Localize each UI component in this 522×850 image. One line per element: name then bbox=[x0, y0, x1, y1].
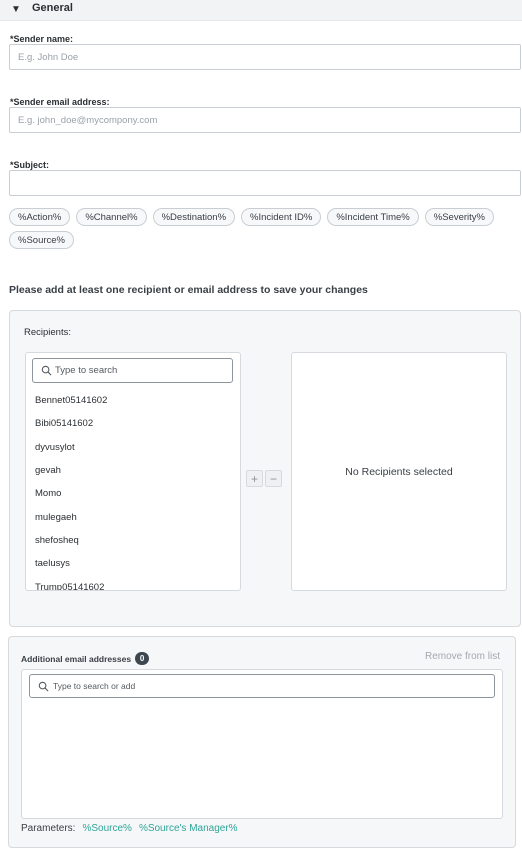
placeholder-chip-action[interactable]: %Action% bbox=[9, 208, 71, 226]
search-icon bbox=[41, 365, 52, 376]
search-icon bbox=[38, 681, 49, 692]
recipients-panel: Recipients: Bennet05141602 Bibi05141602 … bbox=[9, 310, 521, 627]
add-recipient-button[interactable]: + bbox=[246, 470, 263, 487]
sender-name-input[interactable] bbox=[9, 44, 521, 70]
list-item[interactable]: Bibi05141602 bbox=[26, 412, 240, 435]
placeholder-chip-severity[interactable]: %Severity% bbox=[424, 208, 494, 226]
list-item[interactable]: taelusys bbox=[26, 552, 240, 575]
sender-email-input[interactable] bbox=[9, 107, 521, 133]
recipients-search-input[interactable] bbox=[55, 362, 225, 379]
selected-recipients-list[interactable]: No Recipients selected bbox=[291, 352, 507, 591]
recipient-items: Bennet05141602 Bibi05141602 dyvusylot ge… bbox=[26, 389, 240, 590]
available-recipients-list[interactable]: Bennet05141602 Bibi05141602 dyvusylot ge… bbox=[25, 352, 241, 591]
email-list-box[interactable] bbox=[21, 669, 503, 819]
placeholder-chip-source[interactable]: %Source% bbox=[9, 231, 74, 249]
email-search bbox=[29, 674, 495, 698]
additional-emails-header: Additional email addresses 0 bbox=[21, 652, 150, 665]
remove-recipient-button[interactable]: − bbox=[265, 470, 282, 487]
placeholder-chip-destination[interactable]: %Destination% bbox=[152, 208, 236, 226]
list-item[interactable]: Trump05141602 bbox=[26, 575, 240, 590]
subject-label: *Subject: bbox=[10, 160, 50, 170]
parameter-source[interactable]: %Source% bbox=[82, 823, 131, 834]
transfer-buttons: + − bbox=[246, 470, 282, 487]
placeholder-chip-incident-id[interactable]: %Incident ID% bbox=[241, 208, 322, 226]
list-item[interactable]: gevah bbox=[26, 459, 240, 482]
validation-notice: Please add at least one recipient or ema… bbox=[9, 284, 368, 296]
additional-emails-panel: Additional email addresses 0 Remove from… bbox=[8, 636, 516, 848]
recipients-label: Recipients: bbox=[24, 327, 71, 338]
list-item[interactable]: mulegaeh bbox=[26, 505, 240, 528]
remove-from-list-button[interactable]: Remove from list bbox=[425, 651, 500, 662]
list-item[interactable]: Momo bbox=[26, 482, 240, 505]
list-item[interactable]: Bennet05141602 bbox=[26, 389, 240, 412]
recipients-search bbox=[32, 358, 233, 383]
parameter-source-manager[interactable]: %Source's Manager% bbox=[139, 823, 238, 834]
placeholder-chip-channel[interactable]: %Channel% bbox=[76, 208, 147, 226]
list-item[interactable]: shefosheq bbox=[26, 529, 240, 552]
email-search-input[interactable] bbox=[53, 678, 483, 694]
subject-input[interactable] bbox=[9, 170, 521, 196]
email-count-badge: 0 bbox=[135, 652, 150, 665]
list-item[interactable]: dyvusylot bbox=[26, 436, 240, 459]
additional-emails-label: Additional email addresses bbox=[21, 653, 132, 664]
collapse-triangle-icon[interactable]: ▼ bbox=[11, 4, 21, 15]
placeholder-chips: %Action% %Channel% %Destination% %Incide… bbox=[9, 208, 521, 249]
placeholder-chip-incident-time[interactable]: %Incident Time% bbox=[327, 208, 419, 226]
parameters-row: Parameters: %Source% %Source's Manager% bbox=[21, 823, 238, 834]
sender-name-label: *Sender name: bbox=[10, 34, 74, 44]
empty-selection-text: No Recipients selected bbox=[345, 465, 453, 478]
section-title: General bbox=[32, 2, 73, 14]
general-section-header[interactable]: ▼ General bbox=[0, 0, 522, 21]
parameters-label: Parameters: bbox=[21, 823, 76, 834]
sender-email-label: *Sender email address: bbox=[10, 97, 110, 107]
